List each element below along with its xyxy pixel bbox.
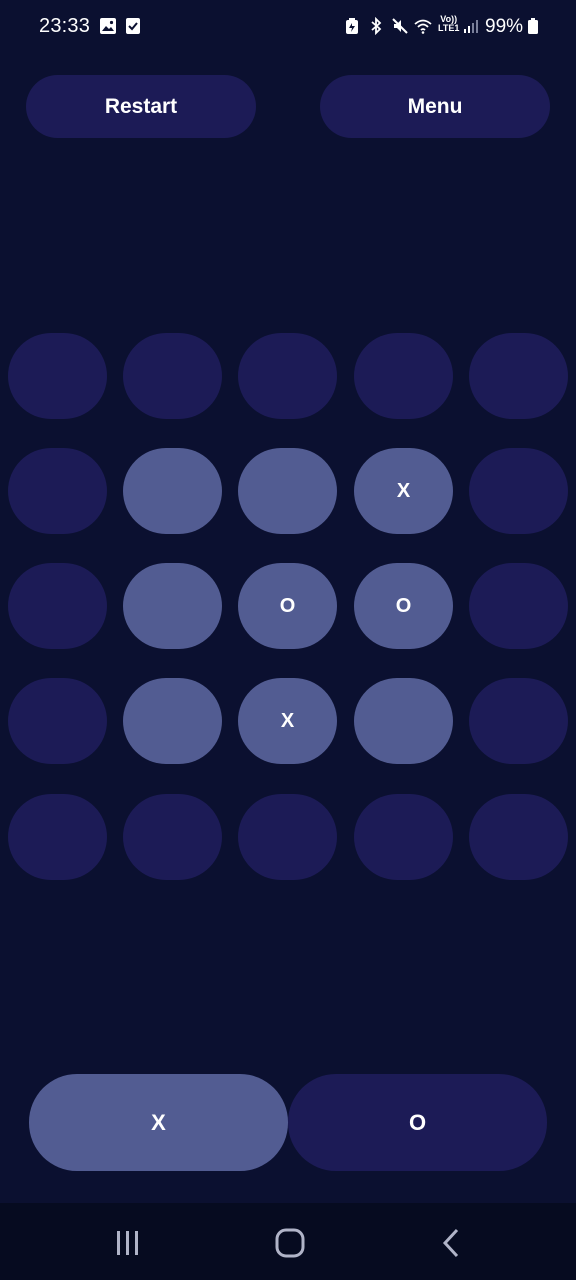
board-cell-r5-c3[interactable] bbox=[238, 794, 337, 880]
board-cell-r5-c4[interactable] bbox=[354, 794, 453, 880]
board-cell-r3-c1[interactable] bbox=[8, 563, 107, 649]
board-cell-r1-c4[interactable] bbox=[354, 333, 453, 419]
cell-mark: X bbox=[396, 479, 411, 502]
home-icon[interactable] bbox=[272, 1227, 308, 1259]
board-cell-r3-c3[interactable]: O bbox=[238, 563, 337, 649]
signal-icon bbox=[464, 20, 478, 33]
menu-label: Menu bbox=[407, 94, 463, 118]
board-cell-r4-c5[interactable] bbox=[469, 678, 568, 764]
restart-label: Restart bbox=[104, 94, 178, 118]
board-cell-r5-c2[interactable] bbox=[123, 794, 222, 880]
board-cell-r3-c5[interactable] bbox=[469, 563, 568, 649]
board-cell-r5-c5[interactable] bbox=[469, 794, 568, 880]
task-check-icon bbox=[126, 18, 140, 34]
player-x-label: X bbox=[151, 1109, 166, 1135]
board-cell-r1-c5[interactable] bbox=[469, 333, 568, 419]
mute-icon bbox=[392, 18, 408, 34]
player-o-button[interactable]: O bbox=[288, 1074, 547, 1171]
board-cell-r1-c1[interactable] bbox=[8, 333, 107, 419]
player-x-button[interactable]: X bbox=[29, 1074, 288, 1171]
back-icon[interactable] bbox=[434, 1227, 470, 1259]
cell-mark: O bbox=[279, 594, 296, 617]
status-bar: 23:33 Vo)) LTE1 99% bbox=[0, 0, 576, 56]
battery-percent: 99% bbox=[485, 16, 524, 37]
board-cell-r1-c3[interactable] bbox=[238, 333, 337, 419]
board-cell-r3-c2[interactable] bbox=[123, 563, 222, 649]
player-o-label: O bbox=[408, 1109, 427, 1135]
board-cell-r2-c5[interactable] bbox=[469, 448, 568, 534]
board-cell-r4-c4[interactable] bbox=[354, 678, 453, 764]
board-cell-r4-c2[interactable] bbox=[123, 678, 222, 764]
navigation-bar bbox=[0, 1203, 576, 1280]
wifi-icon bbox=[414, 19, 432, 34]
restart-button[interactable]: Restart bbox=[26, 75, 256, 138]
bluetooth-icon bbox=[371, 17, 382, 35]
board-cell-r2-c4[interactable]: X bbox=[354, 448, 453, 534]
board-cell-r5-c1[interactable] bbox=[8, 794, 107, 880]
board-cell-r2-c1[interactable] bbox=[8, 448, 107, 534]
board-cell-r4-c3[interactable]: X bbox=[238, 678, 337, 764]
recent-apps-icon[interactable] bbox=[110, 1227, 146, 1259]
battery-icon bbox=[528, 18, 538, 34]
board-cell-r4-c1[interactable] bbox=[8, 678, 107, 764]
battery-saver-icon bbox=[346, 18, 358, 34]
volte-indicator: Vo)) LTE1 bbox=[438, 15, 459, 33]
status-time: 23:33 bbox=[39, 15, 91, 37]
menu-button[interactable]: Menu bbox=[320, 75, 550, 138]
board-cell-r2-c3[interactable] bbox=[238, 448, 337, 534]
board-cell-r3-c4[interactable]: O bbox=[354, 563, 453, 649]
lte-label: LTE1 bbox=[438, 23, 460, 33]
board-cell-r2-c2[interactable] bbox=[123, 448, 222, 534]
board-cell-r1-c2[interactable] bbox=[123, 333, 222, 419]
cell-mark: X bbox=[280, 709, 295, 732]
cell-mark: O bbox=[395, 594, 412, 617]
gallery-icon bbox=[100, 18, 116, 34]
